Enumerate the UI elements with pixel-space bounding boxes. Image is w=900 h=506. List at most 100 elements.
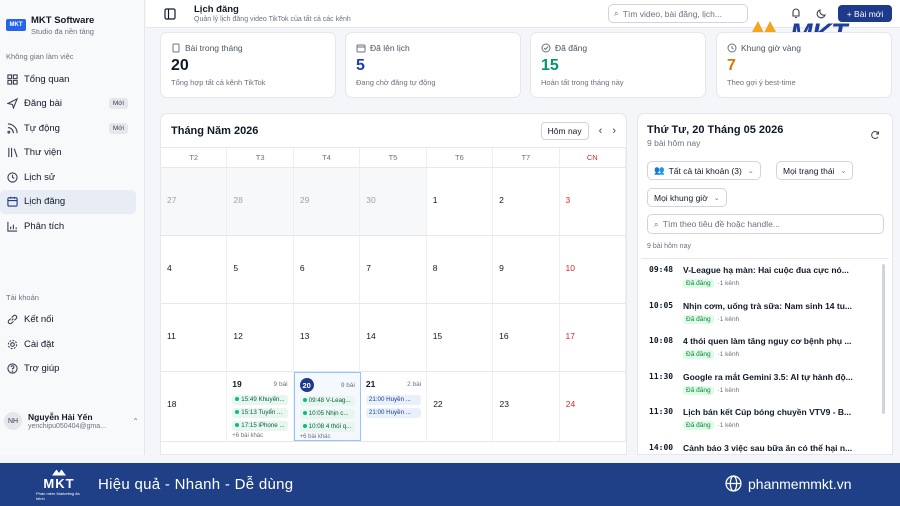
sidebar-item-connect[interactable]: Kết nối (0, 308, 136, 333)
check-circle-icon (541, 43, 551, 53)
event-chip[interactable]: 15:13 Tuyển ... (232, 408, 288, 418)
day-cell[interactable]: 4 (161, 236, 228, 303)
day-cell[interactable]: 2 (493, 168, 560, 235)
calendar: Tháng Năm 2026 Hôm nay ‹ › T2 T3 T4 T5 T… (160, 113, 627, 455)
day-cell[interactable]: 18 (161, 372, 228, 441)
account-filter[interactable]: 👥 Tất cả tài khoản (3) ⌄ (647, 161, 761, 180)
day-cell[interactable]: 30 (360, 168, 427, 235)
list-item[interactable]: 10:08 4 thói quen làm tăng nguy cơ bệnh p… (641, 330, 889, 366)
week-row: 4 5 6 7 8 9 10 (161, 236, 626, 304)
day-cell[interactable]: 1 (427, 168, 494, 235)
post-time: 10:05 (649, 300, 674, 310)
sidebar-item-settings[interactable]: Cài đặt (0, 332, 136, 357)
weekday: T6 (427, 148, 494, 167)
weekday: T4 (294, 148, 361, 167)
day-cell[interactable]: 27 (161, 168, 228, 235)
calendar-icon (356, 44, 366, 53)
sidebar-item-help[interactable]: Trợ giúp (0, 357, 136, 382)
sidebar-item-label: Lịch sử (24, 171, 56, 183)
stat-sub: Tổng hợp tất cả kênh TikTok (171, 78, 266, 87)
page-title: Lịch đăng (194, 4, 239, 15)
day-cell[interactable]: 29 (293, 168, 361, 235)
event-chip[interactable]: 21:00 Huyền ... (365, 395, 422, 405)
day-cell-19[interactable]: 19 9 bài 15:49 Khuyến... 15:13 Tuyển ... … (227, 372, 294, 441)
sidebar-item-label: Trợ giúp (24, 363, 60, 375)
file-icon (172, 43, 180, 53)
today-button[interactable]: Hôm nay (540, 121, 589, 140)
event-chip[interactable]: 09:48 V-Leag... (299, 396, 355, 406)
user-menu[interactable]: NH Nguyễn Hải Yến yenchipu050404@gma... … (4, 412, 139, 430)
list-item[interactable]: 11:30 Lịch bán kết Cúp bóng chuyền VTV9 -… (641, 401, 889, 437)
sidebar-item-history[interactable]: Lịch sử (0, 165, 136, 190)
day-cell[interactable]: 23 (493, 372, 560, 441)
sidebar-item-overview[interactable]: Tổng quan (0, 67, 136, 92)
status-filter[interactable]: Mọi trạng thái ⌄ (776, 161, 854, 180)
day-cell[interactable]: 24 (560, 372, 626, 441)
day-cell-21[interactable]: 21 2 bài 21:00 Huyền ... 21:00 Huyền ... (361, 372, 428, 441)
global-search-input[interactable]: ⌕ Tìm video, bài đăng, lịch... (608, 4, 748, 23)
sidebar-item-analytics[interactable]: Phân tích (0, 214, 136, 239)
week-row: 27 28 29 30 1 2 3 (161, 168, 626, 236)
day-cell[interactable]: 16 (493, 304, 560, 371)
more-posts-link[interactable]: +6 bài khác (232, 433, 287, 439)
event-chip[interactable]: 10:05 Nhịn c... (299, 409, 355, 419)
website-text: phanmemmkt.vn (748, 475, 852, 492)
search-placeholder: Tìm theo tiêu đề hoặc handle... (662, 219, 780, 229)
users-icon: 👥 (654, 165, 665, 175)
event-chip[interactable]: 10:08 4 thói q... (299, 422, 355, 432)
channel-count: 1 kênh (719, 280, 740, 287)
scrollbar[interactable] (882, 264, 885, 414)
day-cell[interactable]: 14 (360, 304, 427, 371)
list-item[interactable]: 14:00 Cảnh báo 3 việc sau bữa ăn có thể h… (641, 437, 889, 455)
sidebar-item-auto[interactable]: Tự động Mới (0, 116, 136, 141)
brand-name: MKT Software (31, 14, 95, 26)
event-chip[interactable]: 17:15 iPhone ... (232, 421, 288, 431)
sidebar-item-label: Cài đặt (24, 338, 55, 350)
sidebar-item-schedule[interactable]: Lịch đăng (0, 189, 136, 214)
footer-website[interactable]: phanmemmkt.vn (725, 475, 851, 492)
channel-count: 1 kênh (719, 351, 740, 358)
more-posts-link[interactable]: +6 bài khác (300, 434, 355, 440)
day-cell[interactable]: 3 (560, 168, 626, 235)
day-cell-today[interactable]: 20 9 bài 09:48 V-Leag... 10:05 Nhịn c... … (293, 372, 361, 441)
day-cell[interactable]: 12 (227, 304, 294, 371)
day-cell[interactable]: 17 (560, 304, 626, 371)
brand[interactable]: MKT MKT Software Studio đa nền tảng (0, 0, 144, 40)
grid-icon (6, 73, 18, 85)
day-cell[interactable]: 22 (427, 372, 494, 441)
list-item[interactable]: 10:05 Nhịn cơm, uống trà sữa: Nam sinh 14… (641, 295, 889, 331)
prev-month-button[interactable]: ‹ (599, 125, 603, 137)
footer-logo-sub: Phần mềm Marketing đa kênh (36, 490, 80, 501)
time-filter[interactable]: Mọi khung giờ ⌄ (647, 188, 727, 207)
day-cell[interactable]: 5 (227, 236, 294, 303)
day-cell[interactable]: 28 (227, 168, 294, 235)
weekday: T3 (227, 148, 294, 167)
refresh-icon[interactable] (870, 130, 880, 140)
sidebar: MKT MKT Software Studio đa nền tảng Khôn… (0, 0, 145, 455)
day-cell[interactable]: 8 (427, 236, 494, 303)
list-item[interactable]: 11:30 Google ra mắt Gemini 3.5: AI tự hàn… (641, 366, 889, 402)
panel-search-input[interactable]: ⌕ Tìm theo tiêu đề hoặc handle... (647, 214, 884, 234)
day-cell[interactable]: 11 (161, 304, 228, 371)
day-number: 29 (299, 195, 310, 205)
search-placeholder: Tìm video, bài đăng, lịch... (622, 8, 722, 19)
day-cell[interactable]: 7 (360, 236, 427, 303)
event-chip[interactable]: 21:00 Huyền ... (365, 408, 422, 418)
next-month-button[interactable]: › (612, 125, 616, 137)
sidebar-item-library[interactable]: Thư viện (0, 141, 136, 166)
list-item[interactable]: 09:48 V-League hạ màn: Hai cuộc đua cực n… (641, 259, 889, 295)
day-number: 15 (432, 331, 443, 341)
day-cell[interactable]: 13 (294, 304, 361, 371)
post-count-label: 9 bài hôm nay (647, 243, 691, 250)
event-chip[interactable]: 15:49 Khuyến... (232, 395, 288, 405)
sidebar-toggle-icon[interactable] (160, 7, 180, 21)
day-cell[interactable]: 6 (294, 236, 361, 303)
day-cell[interactable]: 10 (560, 236, 626, 303)
panel-subtitle: 9 bài hôm nay (647, 138, 701, 148)
post-time: 11:30 (649, 407, 674, 416)
day-cell[interactable]: 15 (427, 304, 494, 371)
sidebar-item-label: Lịch đăng (24, 196, 66, 208)
sidebar-item-post[interactable]: Đăng bài Mới (0, 92, 136, 117)
filter-label: Mọi khung giờ (654, 192, 708, 203)
day-cell[interactable]: 9 (493, 236, 560, 303)
